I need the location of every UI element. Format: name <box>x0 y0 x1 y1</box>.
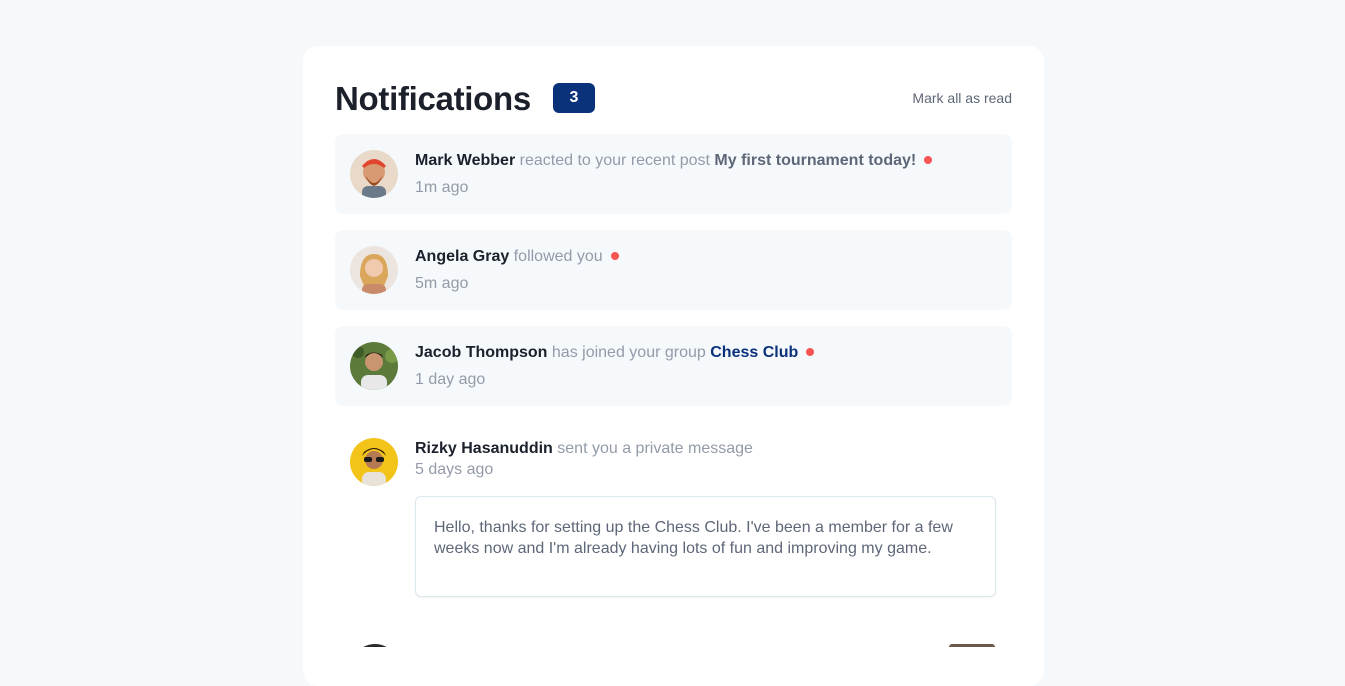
avatar[interactable] <box>350 246 398 294</box>
notification-time: 1 day ago <box>415 371 486 388</box>
notification-action: reacted to your recent post <box>519 152 710 169</box>
notification-post-link[interactable]: My first tournament today! <box>714 152 916 169</box>
notification-text: Mark Webber reacted to your recent post … <box>415 150 933 172</box>
mark-all-as-read-button[interactable]: Mark all as read <box>912 90 1012 106</box>
notification-item[interactable]: Angela Gray followed you 5m ago <box>335 230 1012 310</box>
unread-dot <box>924 155 933 164</box>
notification-action: sent you a private message <box>557 440 753 457</box>
notification-actor[interactable]: Angela Gray <box>415 248 509 265</box>
notification-action: followed you <box>513 248 603 265</box>
notification-text: Angela Gray followed you <box>415 246 619 268</box>
notification-actor[interactable]: Rizky Hasanuddin <box>415 440 553 457</box>
unread-dot <box>610 251 619 260</box>
notification-time: 1m ago <box>415 179 469 196</box>
notification-time: 5 days ago <box>415 461 494 478</box>
notification-item[interactable]: Mark Webber reacted to your recent post … <box>335 134 1012 214</box>
notification-actor[interactable]: Jacob Thompson <box>415 344 547 361</box>
notification-actor[interactable]: Mark Webber <box>415 152 515 169</box>
unread-dot <box>806 347 815 356</box>
avatar[interactable] <box>350 438 398 486</box>
notification-item[interactable]: Jacob Thompson has joined your group Che… <box>335 326 1012 406</box>
private-message-preview[interactable]: Hello, thanks for setting up the Chess C… <box>415 496 996 597</box>
notification-text: Rizky Hasanuddin sent you a private mess… <box>415 438 753 460</box>
notification-text: Jacob Thompson has joined your group Che… <box>415 342 815 364</box>
page-title: Notifications <box>335 80 531 117</box>
avatar[interactable] <box>350 150 398 198</box>
notification-group-link[interactable]: Chess Club <box>710 344 798 361</box>
avatar[interactable] <box>350 342 398 390</box>
notification-action: has joined your group <box>551 344 706 361</box>
notifications-header: Notifications 3 Mark all as read <box>335 46 1012 134</box>
unread-count-badge: 3 <box>553 83 595 113</box>
notification-time: 5m ago <box>415 275 469 292</box>
